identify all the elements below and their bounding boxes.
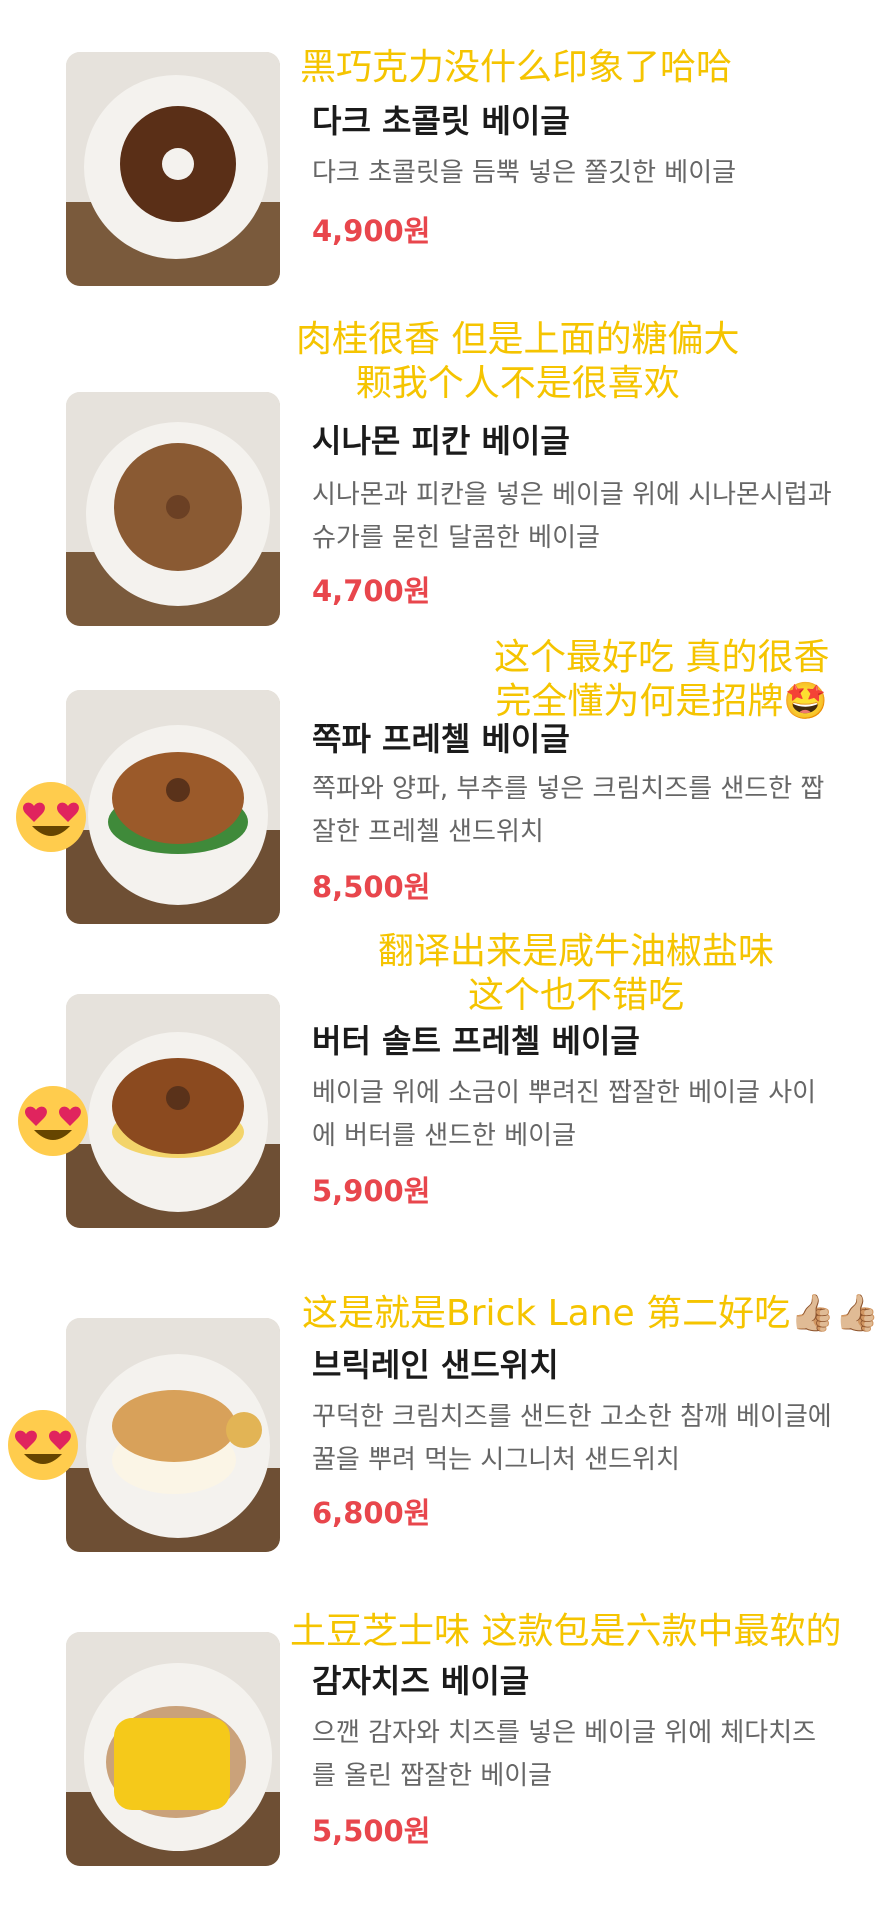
bagel-photo [66, 1318, 280, 1552]
menu-item-price: 4,900원 [312, 214, 431, 248]
bagel-photo [66, 52, 280, 286]
menu-item-description: 으깬 감자와 치즈를 넣은 베이글 위에 체다치즈를 올린 짭잘한 베이글 [312, 1718, 817, 1791]
review-note: 翻译出来是咸牛油椒盐味 这个也不错吃 [378, 931, 775, 1016]
heart-eyes-emoji-icon [14, 780, 88, 854]
menu-item-price: 6,800원 [312, 1496, 431, 1530]
review-note: 土豆芝士味 这款包是六款中最软的 [290, 1611, 842, 1652]
menu-item-description: 꾸덕한 크림치즈를 샌드한 고소한 참깨 베이글에 꿀을 뿌려 먹는 시그니처 … [312, 1402, 832, 1475]
menu-item-name: 버터 솔트 프레첼 베이글 [312, 1022, 640, 1060]
menu-item-price: 5,900원 [312, 1174, 431, 1208]
menu-item-name: 감자치즈 베이글 [312, 1662, 530, 1700]
menu-item-description: 쪽파와 양파, 부추를 넣은 크림치즈를 샌드한 짭잘한 프레첼 샌드위치 [312, 774, 825, 847]
menu-item-name: 브릭레인 샌드위치 [312, 1346, 559, 1384]
review-note: 肉桂很香 但是上面的糖偏大 颗我个人不是很喜欢 [296, 319, 740, 404]
review-note: 黑巧克力没什么印象了哈哈 [300, 47, 733, 88]
bagel-photo [66, 392, 280, 626]
review-note: 这是就是Brick Lane 第二好吃👍🏼👍🏼 [302, 1293, 880, 1334]
menu-item-name: 쪽파 프레첼 베이글 [312, 720, 570, 758]
menu-item-description: 베이글 위에 소금이 뿌려진 짭잘한 베이글 사이에 버터를 샌드한 베이글 [312, 1078, 817, 1151]
review-note: 这个最好吃 真的很香 完全懂为何是招牌🤩 [494, 637, 830, 722]
heart-eyes-emoji-icon [6, 1408, 80, 1482]
menu-item-price: 8,500원 [312, 870, 431, 904]
menu-item-price: 5,500원 [312, 1814, 431, 1848]
bagel-photo [66, 994, 280, 1228]
heart-eyes-emoji-icon [16, 1084, 90, 1158]
bagel-photo [66, 1632, 280, 1866]
menu-item-description: 시나몬과 피칸을 넣은 베이글 위에 시나몬시럽과 슈가를 묻힌 달콤한 베이글 [312, 480, 832, 553]
menu-item-name: 시나몬 피칸 베이글 [312, 422, 570, 460]
menu-item-price: 4,700원 [312, 574, 431, 608]
bagel-photo [66, 690, 280, 924]
menu-item-description: 다크 초콜릿을 듬뿍 넣은 쫄깃한 베이글 [312, 158, 737, 188]
menu-item-name: 다크 초콜릿 베이글 [312, 102, 570, 140]
